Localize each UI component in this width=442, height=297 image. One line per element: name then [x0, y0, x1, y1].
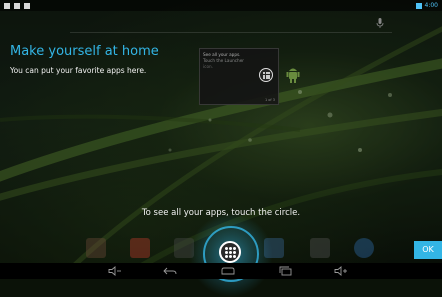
cling-body: You can put your favorite apps here. [10, 66, 147, 75]
mic-icon[interactable] [374, 17, 386, 29]
preview-all-apps-icon [259, 68, 273, 82]
preview-line: See all your apps. [203, 52, 241, 57]
notification-icon [4, 2, 10, 9]
preview-page-indicator: 1 of 3 [264, 98, 275, 102]
cling-preview-card: See all your apps. Touch the Launcher ic… [199, 48, 279, 105]
home-icon[interactable] [221, 266, 235, 276]
navigation-bar [0, 263, 442, 279]
back-icon[interactable] [163, 266, 177, 276]
preview-line: icon. [203, 64, 214, 69]
signal-icon [415, 2, 422, 9]
earth-icon[interactable] [354, 238, 374, 258]
search-bar[interactable] [70, 14, 392, 33]
volume-up-icon[interactable] [334, 266, 348, 276]
ok-button[interactable]: OK [414, 241, 442, 259]
status-notifications [4, 1, 30, 10]
status-clock: 4:00 [424, 2, 438, 9]
status-indicators: 4:00 [415, 1, 438, 10]
cling-title: Make yourself at home [10, 44, 159, 59]
status-bar: 4:00 [0, 0, 442, 11]
notification-icon [24, 2, 30, 9]
gmail-icon[interactable] [130, 238, 150, 258]
recents-icon[interactable] [279, 266, 293, 276]
all-apps-button[interactable] [219, 241, 241, 263]
movie-studio-icon[interactable] [310, 238, 330, 258]
volume-down-icon[interactable] [108, 266, 122, 276]
preview-line: Touch the Launcher [203, 58, 245, 63]
maps-icon[interactable] [86, 238, 106, 258]
notification-icon [14, 2, 20, 9]
android-icon [286, 68, 300, 83]
